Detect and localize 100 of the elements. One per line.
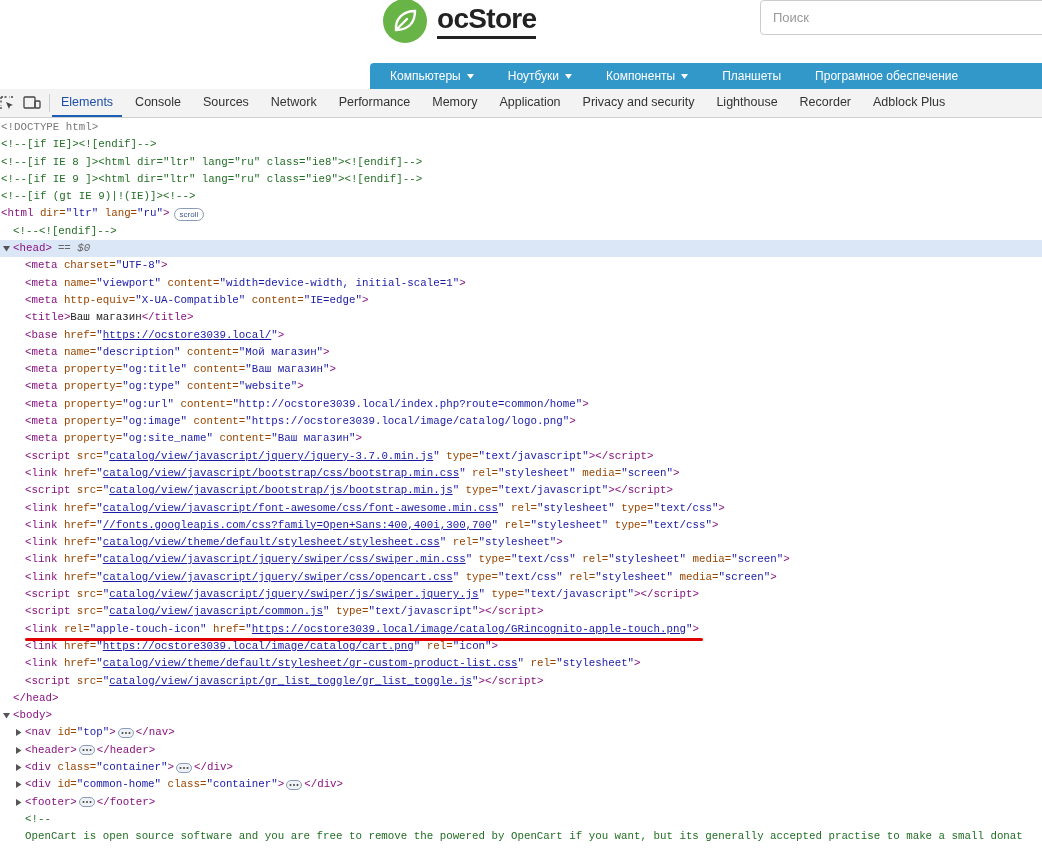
dom-node-row[interactable]: <script src="catalog/view/javascript/gr_list_toggle/gr_list_toggle.js"></script>	[0, 672, 1042, 690]
code-line: <footer>	[25, 794, 77, 810]
devtools-tab[interactable]: Console	[126, 89, 190, 117]
ellipsis-icon[interactable]	[117, 728, 134, 739]
dom-node-row[interactable]: <script src="catalog/view/javascript/jquery/swiper/js/swiper.jquery.js" type="text/javascript"></script>	[0, 586, 1042, 604]
code-line: <body>	[13, 708, 52, 724]
code-link[interactable]: https://ocstore3039.local/	[102, 328, 272, 341]
dom-node-row[interactable]: <script src="catalog/view/javascript/bootstrap/js/bootstrap.min.js" type="text/javascript"></script>	[0, 482, 1042, 500]
store-logo-text[interactable]: ocStore	[437, 4, 537, 39]
code-link[interactable]: catalog/view/javascript/jquery/swiper/css/swiper.min.css	[102, 553, 466, 566]
code-line: </div>	[304, 777, 344, 793]
expand-triangle-icon[interactable]	[15, 746, 22, 754]
dom-node-row[interactable]: <div class="container"> </div>	[0, 759, 1042, 777]
collapse-triangle-icon[interactable]	[3, 245, 10, 253]
code-link[interactable]: https://ocstore3039.local/image/catalog/GRincognito-apple-touch.png	[251, 622, 686, 635]
dom-node-row[interactable]: <link href="https://ocstore3039.local/image/catalog/cart.png" rel="icon">	[0, 637, 1042, 656]
ellipsis-icon[interactable]	[176, 762, 193, 773]
dom-node-row[interactable]: <link href="catalog/view/javascript/bootstrap/css/bootstrap.min.css" rel="stylesheet" media="screen">	[0, 464, 1042, 483]
inspect-icon[interactable]	[0, 96, 14, 110]
code-line: <script src="catalog/view/javascript/gr_list_toggle/gr_list_toggle.js"></script>	[25, 673, 544, 689]
devtools-tab[interactable]: Privacy and security	[573, 89, 704, 117]
code-link[interactable]: catalog/view/javascript/bootstrap/js/bootstrap.min.js	[109, 484, 453, 497]
dom-node-row[interactable]: <link href="catalog/view/javascript/jquery/swiper/css/opencart.css" type="text/css" rel="stylesheet" media="screen">	[0, 568, 1042, 586]
dom-node-row[interactable]: <!DOCTYPE html>	[0, 119, 1042, 137]
code-link[interactable]: https://ocstore3039.local/image/catalog/cart.png	[102, 639, 414, 652]
dom-node-row[interactable]: <base href="https://ocstore3039.local/">	[0, 326, 1042, 344]
dom-node-row[interactable]: <head> == $0	[0, 240, 1042, 258]
code-link[interactable]: catalog/view/javascript/font-awesome/css/font-awesome.min.css	[102, 501, 498, 514]
dom-node-row[interactable]: <footer> </footer>	[0, 793, 1042, 811]
code-link[interactable]: catalog/view/javascript/jquery/jquery-3.7.0.min.js	[109, 449, 434, 462]
devtools-tab[interactable]: Network	[261, 89, 326, 117]
code-link[interactable]: catalog/view/javascript/gr_list_toggle/gr_list_toggle.js	[109, 674, 473, 687]
dom-node-row[interactable]: <meta name="description" content="Мой магазин">	[0, 343, 1042, 362]
collapse-triangle-icon[interactable]	[3, 712, 10, 720]
dom-node-row[interactable]: <meta http-equiv="X-UA-Compatible" content="IE=edge">	[0, 291, 1042, 310]
dom-node-row[interactable]: <!--[if IE]><![endif]-->	[0, 136, 1042, 154]
dom-node-row[interactable]: <link href="//fonts.googleapis.com/css?family=Open+Sans:400,400i,300,700" rel="stylesheet" type="text/css">	[0, 516, 1042, 535]
code-link[interactable]: catalog/view/javascript/jquery/swiper/js/swiper.jquery.js	[109, 588, 479, 600]
dom-node-row[interactable]: <meta property="og:site_name" content="Ваш магазин">	[0, 430, 1042, 448]
dom-node-row[interactable]: <meta name="viewport" content="width=device-width, initial-scale=1">	[0, 274, 1042, 292]
dom-node-row[interactable]: <!--[if IE 9 ]><html dir="ltr" lang="ru" class="ie9"><![endif]-->	[0, 170, 1042, 189]
dom-node-row[interactable]: <body>	[0, 707, 1042, 725]
ellipsis-icon[interactable]	[78, 797, 95, 808]
devtools-tab[interactable]: Application	[490, 89, 570, 117]
code-link[interactable]: catalog/view/javascript/jquery/swiper/css/opencart.css	[102, 570, 453, 583]
code-comment: <!--[if (gt IE 9)|!(IE)]><!-->	[1, 189, 196, 205]
code-line: <div id="common-home" class="container">	[25, 777, 285, 793]
dom-node-row[interactable]: <script src="catalog/view/javascript/jquery/jquery-3.7.0.min.js" type="text/javascript"></script>	[0, 447, 1042, 465]
devtools-tab[interactable]: Performance	[329, 89, 420, 117]
ellipsis-icon[interactable]	[286, 779, 303, 790]
code-link[interactable]: catalog/view/theme/default/stylesheet/gr-custom-product-list.css	[102, 657, 518, 670]
dom-node-row[interactable]: <meta property="og:type" content="website">	[0, 378, 1042, 396]
device-toolbar-icon[interactable]	[23, 96, 41, 110]
code-line: <script src="catalog/view/javascript/bootstrap/js/bootstrap.min.js" type="text/javascript"></script>	[25, 483, 673, 499]
expand-triangle-icon[interactable]	[15, 729, 22, 737]
dom-node-row[interactable]: <script src="catalog/view/javascript/common.js" type="text/javascript"></script>	[0, 603, 1042, 621]
expand-triangle-icon[interactable]	[15, 764, 22, 771]
code-link[interactable]: catalog/view/theme/default/stylesheet/stylesheet.css	[102, 536, 440, 549]
ellipsis-icon[interactable]	[78, 745, 95, 756]
dom-node-row[interactable]: <title>Ваш магазин</title>	[0, 309, 1042, 327]
code-line: <meta property="og:image" content="https://ocstore3039.local/image/catalog/logo.png">	[25, 414, 576, 430]
dom-node-row[interactable]: <header> </header>	[0, 741, 1042, 759]
devtools-tab[interactable]: Memory	[423, 89, 487, 117]
code-line: <link href="//fonts.googleapis.com/css?family=Open+Sans:400,400i,300,700" rel="stylesheet" type="text/css">	[25, 517, 719, 533]
code-comment: OpenCart is open source software and you are free to remove the powered by OpenCart if you want, but its generally accepted practise to make a small donat	[25, 829, 1023, 845]
dom-node-row[interactable]: <meta charset="UTF-8">	[0, 257, 1042, 275]
dom-node-row[interactable]: <meta property="og:url" content="http://ocstore3039.local/index.php?route=common/home">	[0, 395, 1042, 414]
devtools-tab[interactable]: Recorder	[790, 89, 860, 117]
dom-node-row[interactable]: <link rel="apple-touch-icon" href="https://ocstore3039.local/image/catalog/GRincognito-apple-touch.png">	[0, 620, 1042, 638]
devtools-tab[interactable]: Elements	[52, 89, 123, 117]
code-link[interactable]: catalog/view/javascript/bootstrap/css/bootstrap.min.css	[102, 466, 460, 479]
dom-node-row[interactable]: <link href="catalog/view/theme/default/stylesheet/stylesheet.css" rel="stylesheet">	[0, 534, 1042, 552]
dom-node-row[interactable]: <link href="catalog/view/theme/default/stylesheet/gr-custom-product-list.css" rel="stylesheet">	[0, 655, 1042, 673]
dom-node-row[interactable]: <!--<![endif]-->	[0, 222, 1042, 241]
dom-node-row[interactable]: <meta property="og:title" content="Ваш магазин">	[0, 361, 1042, 379]
dom-node-row[interactable]: <!--	[0, 810, 1042, 829]
dom-node-row[interactable]: <div id="common-home" class="container"> </div>	[0, 776, 1042, 794]
code-line: <meta http-equiv="X-UA-Compatible" content="IE=edge">	[25, 292, 369, 308]
code-line: <meta property="og:type" content="website">	[25, 379, 304, 395]
devtools-tab[interactable]: Lighthouse	[707, 89, 787, 117]
code-line: <div class="container">	[25, 760, 175, 775]
code-line: <meta property="og:site_name" content="Ваш магазин">	[25, 431, 362, 447]
dom-node-row[interactable]: <meta property="og:image" content="https://ocstore3039.local/image/catalog/logo.png">	[0, 413, 1042, 431]
devtools-tab[interactable]: Adblock Plus	[864, 89, 955, 117]
dom-node-row[interactable]: <!--[if (gt IE 9)|!(IE)]><!-->	[0, 188, 1042, 206]
expand-triangle-icon[interactable]	[15, 781, 22, 789]
code-line: <meta name="viewport" content="width=device-width, initial-scale=1">	[25, 275, 466, 291]
dom-node-row[interactable]: <link href="catalog/view/javascript/jquery/swiper/css/swiper.min.css" type="text/css" rel="stylesheet" media="screen">	[0, 551, 1042, 569]
code-line: <link href="catalog/view/javascript/font-awesome/css/font-awesome.min.css" rel="stylesheet" type="text/css">	[25, 500, 725, 516]
code-link[interactable]: //fonts.googleapis.com/css?family=Open+Sans:400,400i,300,700	[102, 518, 492, 531]
dom-node-row[interactable]: <html dir="ltr" lang="ru"> scroll	[0, 205, 1042, 223]
dom-node-row[interactable]: <!--[if IE 8 ]><html dir="ltr" lang="ru" class="ie8"><![endif]-->	[0, 153, 1042, 171]
code-line: <link href="catalog/view/javascript/jquery/swiper/css/opencart.css" type="text/css" rel="stylesheet" media="screen">	[25, 569, 777, 585]
dom-node-row[interactable]: <link href="catalog/view/javascript/font-awesome/css/font-awesome.min.css" rel="stylesheet" type="text/css">	[0, 499, 1042, 517]
code-link[interactable]: catalog/view/javascript/common.js	[109, 605, 324, 618]
dom-node-row[interactable]: <nav id="top"> </nav>	[0, 724, 1042, 742]
code-line: <base href="https://ocstore3039.local/">	[25, 327, 285, 343]
expand-triangle-icon[interactable]	[15, 798, 22, 806]
code-line: <!DOCTYPE html>	[1, 120, 99, 135]
devtools-tab[interactable]: Sources	[194, 89, 258, 117]
